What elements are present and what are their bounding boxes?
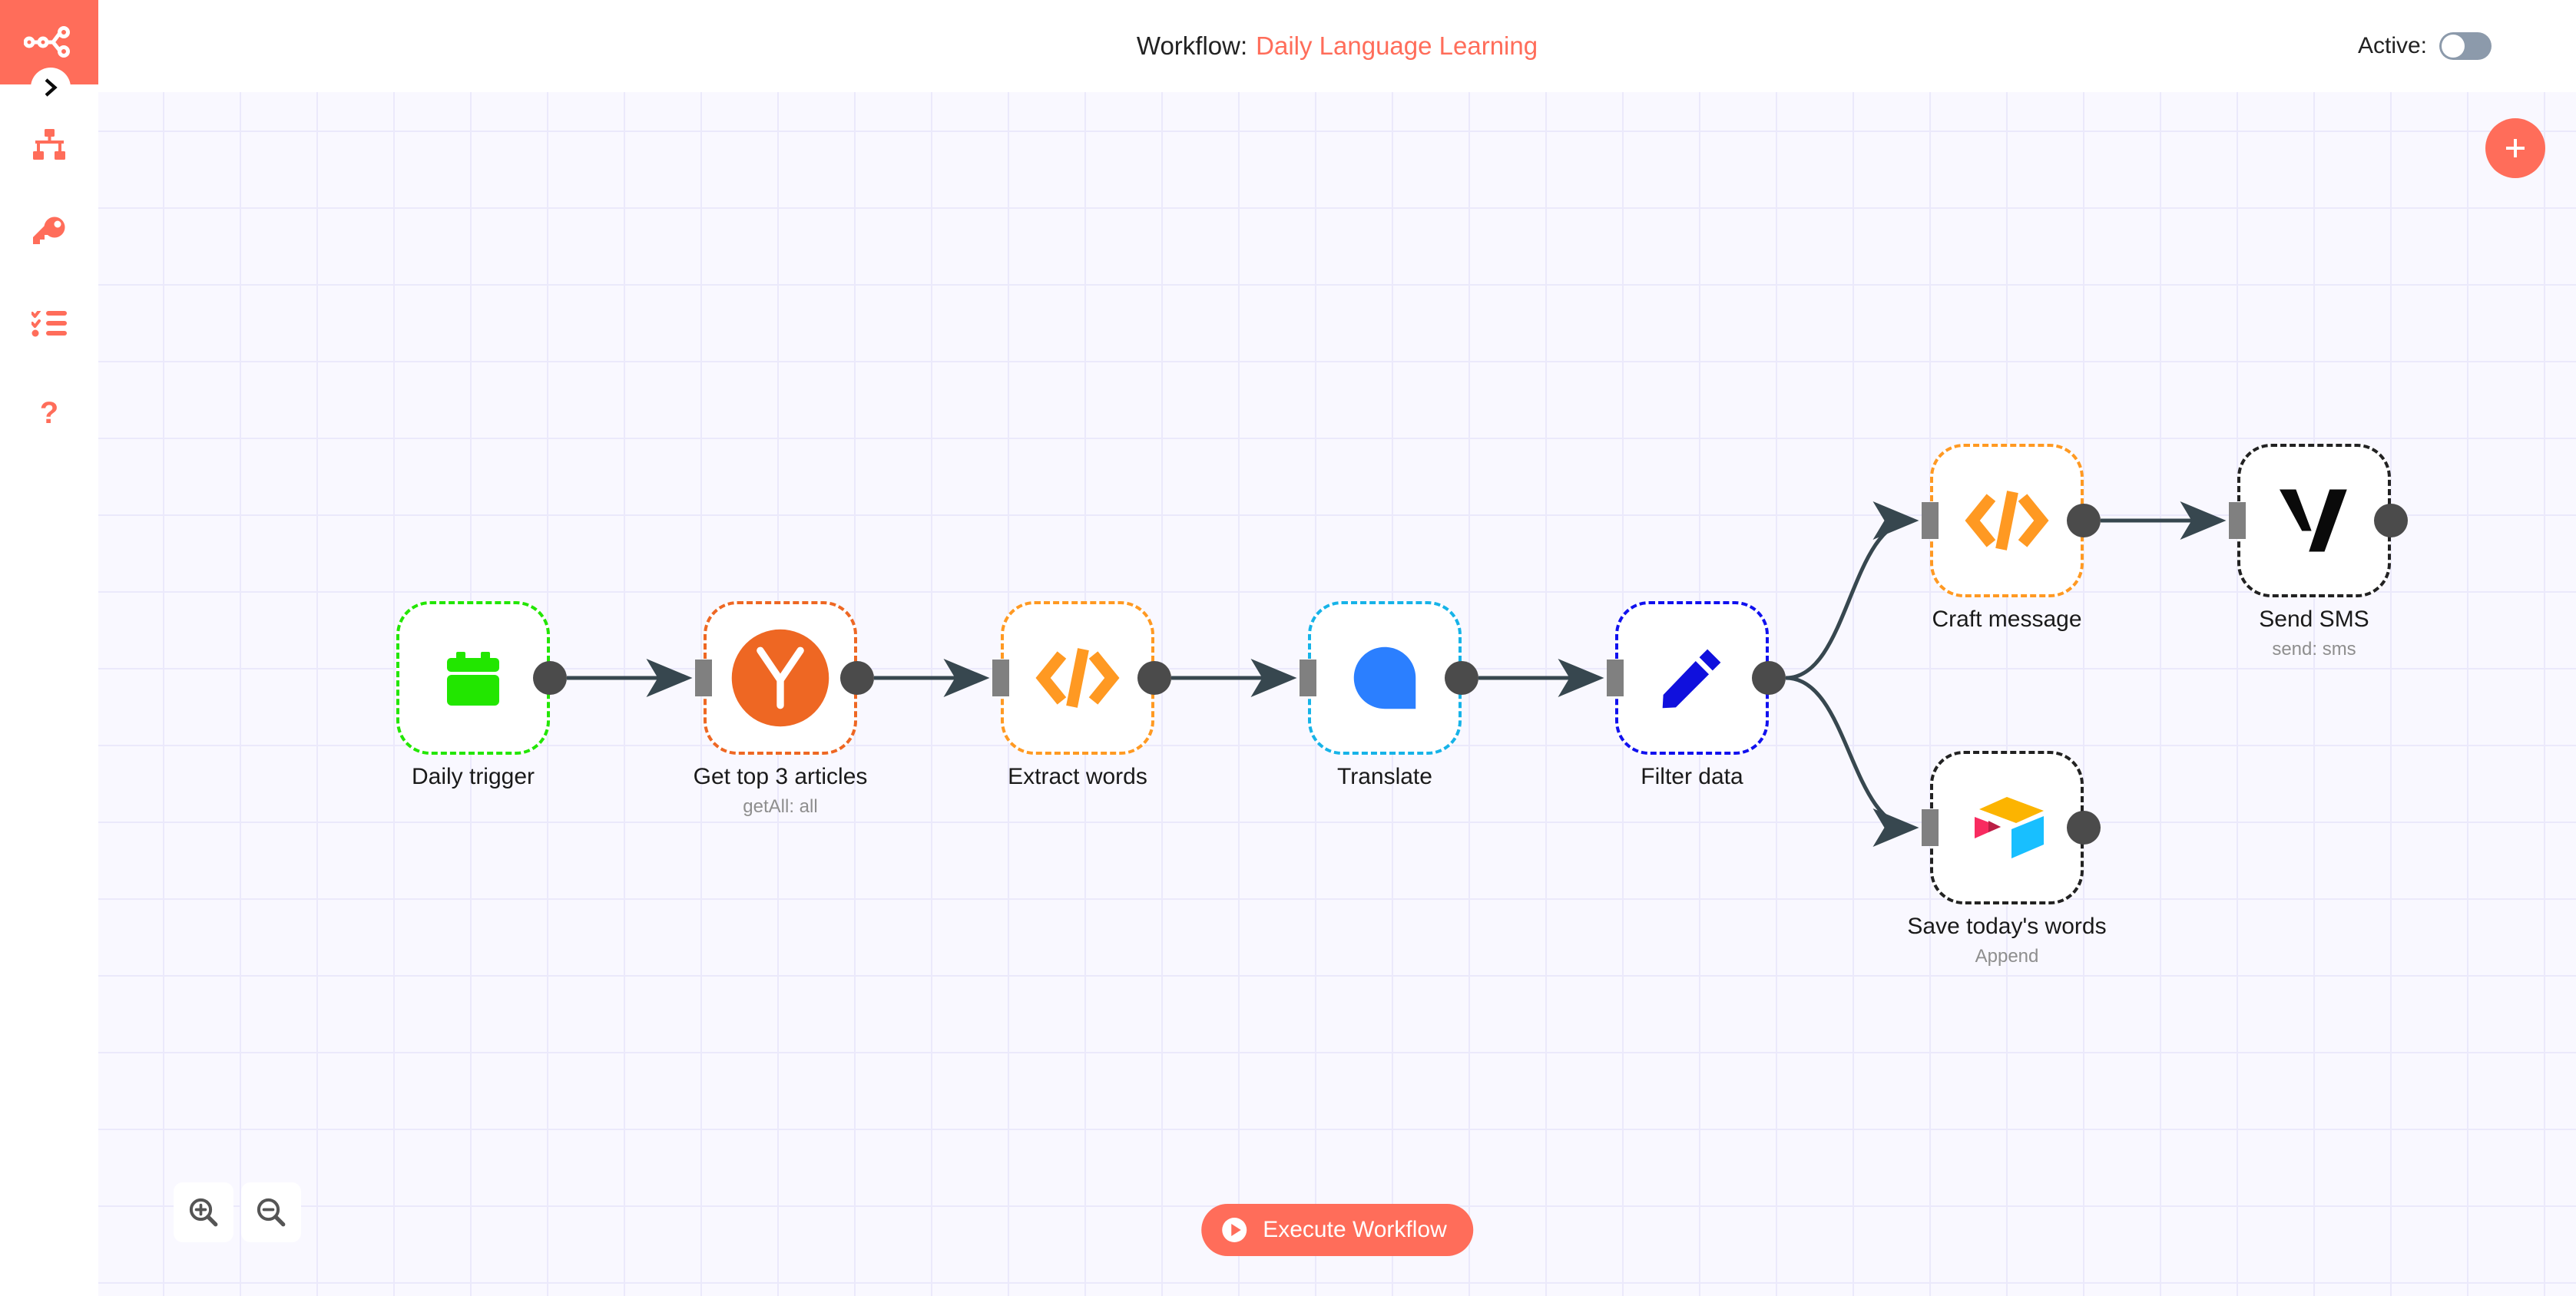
sidebar: ?: [0, 0, 98, 1296]
zoom-in-icon: [189, 1198, 218, 1227]
node-subtitle-send-sms: send: sms: [2272, 639, 2356, 660]
output-port-send-sms[interactable]: [2374, 504, 2408, 537]
output-port-save-todays-words[interactable]: [2067, 811, 2101, 845]
question-mark-icon: ?: [40, 397, 58, 430]
node-box-translate[interactable]: [1308, 601, 1462, 755]
play-circle-icon: [1222, 1218, 1247, 1242]
pencil-icon: [1662, 649, 1721, 709]
node-label-filter-data: Filter data: [1641, 764, 1743, 789]
n8n-logo-icon: [24, 26, 70, 58]
execute-workflow-label: Execute Workflow: [1263, 1217, 1447, 1242]
node-box-send-sms[interactable]: [2237, 444, 2391, 597]
zoom-out-button[interactable]: [241, 1182, 301, 1242]
hacker-news-icon: [731, 629, 829, 727]
tasklist-icon: [31, 311, 67, 337]
output-port-get-top-3-articles[interactable]: [840, 661, 874, 695]
output-port-translate[interactable]: [1445, 661, 1478, 695]
workflow-canvas[interactable]: Daily trigger Get top 3 articles getAll: …: [98, 92, 2576, 1296]
active-control: Active:: [2358, 0, 2492, 92]
chevron-right-icon: [45, 78, 58, 97]
workflow-name[interactable]: Daily Language Learning: [1256, 31, 1538, 61]
add-node-button[interactable]: [2485, 118, 2545, 178]
input-port-craft-message[interactable]: [1922, 502, 1939, 539]
node-box-extract-words[interactable]: [1001, 601, 1154, 755]
vonage-icon: [2280, 489, 2347, 552]
connection-filter-data-to-craft-message[interactable]: [1785, 501, 1919, 680]
node-label-save-todays-words: Save today's words: [1907, 914, 2107, 939]
input-port-send-sms[interactable]: [2229, 502, 2246, 539]
sidebar-expand-button[interactable]: [31, 68, 71, 107]
sidebar-item-credentials[interactable]: [0, 209, 98, 255]
node-box-filter-data[interactable]: [1615, 601, 1769, 755]
input-port-extract-words[interactable]: [992, 660, 1009, 696]
plus-icon: [2506, 139, 2525, 157]
zoom-out-icon: [257, 1198, 286, 1227]
output-port-craft-message[interactable]: [2067, 504, 2101, 537]
node-label-send-sms: Send SMS: [2259, 607, 2369, 632]
node-box-save-todays-words[interactable]: [1930, 751, 2084, 904]
input-port-translate[interactable]: [1300, 660, 1316, 696]
input-port-get-top-3-articles[interactable]: [695, 660, 712, 696]
n8n-workflow-editor: ? Workflow: Daily Language Learning Acti…: [0, 0, 2576, 1296]
header-bar: Workflow: Daily Language Learning Active…: [98, 0, 2576, 92]
output-port-filter-data[interactable]: [1752, 661, 1786, 695]
active-toggle[interactable]: [2439, 32, 2492, 60]
sitemap-icon: [33, 129, 65, 160]
node-box-daily-trigger[interactable]: [396, 601, 550, 755]
airtable-icon: [1975, 797, 2044, 858]
output-port-extract-words[interactable]: [1137, 661, 1171, 695]
execute-workflow-button[interactable]: Execute Workflow: [1201, 1204, 1473, 1256]
node-box-get-top-3-articles[interactable]: [704, 601, 857, 755]
active-toggle-knob: [2442, 35, 2465, 58]
node-box-craft-message[interactable]: [1930, 444, 2084, 597]
sidebar-item-executions[interactable]: [0, 301, 98, 347]
svg-text:?: ?: [40, 397, 58, 430]
active-label: Active:: [2357, 33, 2427, 58]
page-title: Workflow: Daily Language Learning: [98, 0, 2576, 92]
input-port-filter-data[interactable]: [1607, 660, 1624, 696]
sidebar-item-help[interactable]: ?: [0, 392, 98, 438]
code-icon: [1965, 491, 2049, 550]
input-port-save-todays-words[interactable]: [1922, 809, 1939, 846]
zoom-in-button[interactable]: [174, 1182, 233, 1242]
code-icon: [1035, 648, 1120, 708]
connection-filter-data-to-save-todays-words[interactable]: [1785, 676, 1919, 847]
calendar-icon: [447, 652, 499, 706]
workflow-prefix-label: Workflow:: [1136, 31, 1248, 60]
node-subtitle-save-todays-words: Append: [1975, 946, 2039, 967]
node-subtitle-get-top-3-articles: getAll: all: [743, 796, 818, 817]
deepl-icon: [1353, 646, 1416, 709]
sidebar-item-workflows[interactable]: [0, 123, 98, 169]
output-port-daily-trigger[interactable]: [533, 661, 567, 695]
key-icon: [33, 217, 65, 244]
